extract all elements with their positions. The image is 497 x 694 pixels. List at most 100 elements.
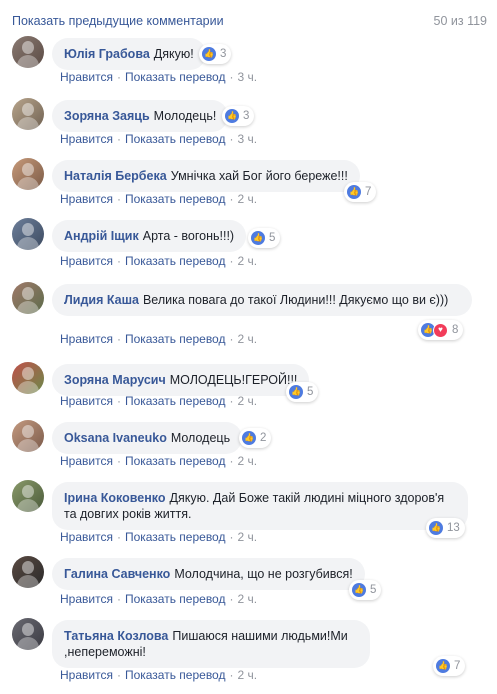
reaction-summary[interactable]: 👍 5 xyxy=(248,228,281,248)
like-link[interactable]: Нравится xyxy=(60,132,113,146)
heart-icon: ♥ xyxy=(433,322,448,338)
comment-actions: Нравится · Показать перевод · 2 ч. xyxy=(60,394,257,408)
comment-author[interactable]: Зоряна Заяць xyxy=(64,109,150,123)
comment-author[interactable]: Наталія Бербека xyxy=(64,169,167,183)
comment-bubble: Наталія Бербека Умнічка хай Бог його бере… xyxy=(52,160,360,192)
comment-author[interactable]: Татьяна Козлова xyxy=(64,629,168,643)
thumbs-up-icon: 👍 xyxy=(225,109,239,123)
show-translation-link[interactable]: Показать перевод xyxy=(125,70,226,84)
thumbs-up-icon: 👍 xyxy=(289,385,303,399)
avatar[interactable] xyxy=(12,282,44,314)
like-link[interactable]: Нравится xyxy=(60,254,113,268)
timestamp[interactable]: 2 ч. xyxy=(237,332,257,346)
reaction-count: 13 xyxy=(447,522,460,534)
show-translation-link[interactable]: Показать перевод xyxy=(125,530,226,544)
timestamp[interactable]: 2 ч. xyxy=(237,592,257,606)
comment-author[interactable]: Андрій Іщик xyxy=(64,229,139,243)
show-translation-link[interactable]: Показать перевод xyxy=(125,394,226,408)
reaction-summary[interactable]: 👍 5 xyxy=(286,382,319,402)
comment-bubble: Ірина Коковенко Дякую. Дай Боже такій люд… xyxy=(52,482,468,530)
timestamp[interactable]: 3 ч. xyxy=(237,70,257,84)
like-link[interactable]: Нравится xyxy=(60,530,113,544)
comment-actions: Нравится · Показать перевод · 2 ч. xyxy=(60,254,257,268)
separator: · xyxy=(229,592,234,606)
separator: · xyxy=(229,668,234,682)
comment-text: МОЛОДЕЦЬ!ГЕРОЙ!!! xyxy=(169,373,298,387)
timestamp[interactable]: 3 ч. xyxy=(237,132,257,146)
like-link[interactable]: Нравится xyxy=(60,332,113,346)
reaction-count: 7 xyxy=(365,186,372,198)
comment-author[interactable]: Юлія Грабова xyxy=(64,47,150,61)
timestamp[interactable]: 2 ч. xyxy=(237,192,257,206)
separator: · xyxy=(116,394,121,408)
timestamp[interactable]: 2 ч. xyxy=(237,394,257,408)
show-translation-link[interactable]: Показать перевод xyxy=(125,192,226,206)
like-link[interactable]: Нравится xyxy=(60,668,113,682)
avatar[interactable] xyxy=(12,420,44,452)
like-link[interactable]: Нравится xyxy=(60,70,113,84)
reaction-summary[interactable]: 👍 13 xyxy=(426,518,465,538)
thumbs-up-icon: 👍 xyxy=(347,185,361,199)
reaction-summary[interactable]: 👍 3 xyxy=(199,44,232,64)
timestamp[interactable]: 2 ч. xyxy=(237,668,257,682)
avatar[interactable] xyxy=(12,556,44,588)
separator: · xyxy=(229,70,234,84)
comment-text: Велика повага до такої Людини!!! Дякуємо… xyxy=(142,293,449,307)
comment-actions: Нравится · Показать перевод · 2 ч. xyxy=(60,192,257,206)
comment-author[interactable]: Oksana Ivaneuko xyxy=(64,431,167,445)
like-link[interactable]: Нравится xyxy=(60,454,113,468)
reaction-count: 5 xyxy=(370,584,377,596)
avatar[interactable] xyxy=(12,158,44,190)
avatar[interactable] xyxy=(12,618,44,650)
comment-text: Арта - вогонь!!!) xyxy=(142,229,235,243)
like-link[interactable]: Нравится xyxy=(60,192,113,206)
reaction-summary[interactable]: 👍 ♥ 8 xyxy=(418,320,464,340)
comment-bubble: Татьяна Козлова Пишаюся нашими людьми!Ми … xyxy=(52,620,370,668)
comment-author[interactable]: Зоряна Марусич xyxy=(64,373,166,387)
show-translation-link[interactable]: Показать перевод xyxy=(125,668,226,682)
comment-actions: Нравится · Показать перевод · 3 ч. xyxy=(60,132,257,146)
thumbs-up-icon: 👍 xyxy=(251,231,265,245)
reaction-summary[interactable]: 👍 5 xyxy=(349,580,382,600)
comment-bubble: Юлія Грабова Дякую! xyxy=(52,38,206,70)
reaction-count: 5 xyxy=(307,386,314,398)
comment-bubble: Oksana Ivaneuko Молодець xyxy=(52,422,243,454)
separator: · xyxy=(116,668,121,682)
like-link[interactable]: Нравится xyxy=(60,592,113,606)
comment-text: Молодець xyxy=(170,431,231,445)
separator: · xyxy=(116,592,121,606)
show-previous-comments-link[interactable]: Показать предыдущие комментарии xyxy=(12,14,224,28)
reaction-count: 5 xyxy=(269,232,276,244)
comment-text: Молодець! xyxy=(153,109,217,123)
separator: · xyxy=(229,332,234,346)
separator: · xyxy=(116,192,121,206)
comment-bubble: Зоряна Марусич МОЛОДЕЦЬ!ГЕРОЙ!!! xyxy=(52,364,310,396)
comment-bubble: Зоряна Заяць Молодець! xyxy=(52,100,229,132)
timestamp[interactable]: 2 ч. xyxy=(237,254,257,268)
comment-author[interactable]: Ірина Коковенко xyxy=(64,491,166,505)
reaction-summary[interactable]: 👍 3 xyxy=(222,106,255,126)
comment-text: Дякую! xyxy=(153,47,194,61)
reaction-count: 3 xyxy=(220,48,227,60)
reaction-summary[interactable]: 👍 7 xyxy=(433,656,466,676)
avatar[interactable] xyxy=(12,480,44,512)
reaction-summary[interactable]: 👍 7 xyxy=(344,182,377,202)
show-translation-link[interactable]: Показать перевод xyxy=(125,592,226,606)
comment-actions: Нравится · Показать перевод · 2 ч. xyxy=(60,668,257,682)
avatar[interactable] xyxy=(12,36,44,68)
timestamp[interactable]: 2 ч. xyxy=(237,454,257,468)
show-translation-link[interactable]: Показать перевод xyxy=(125,132,226,146)
comment-text: Молодчина, що не розгубився! xyxy=(174,567,353,581)
timestamp[interactable]: 2 ч. xyxy=(237,530,257,544)
avatar[interactable] xyxy=(12,218,44,250)
reaction-summary[interactable]: 👍 2 xyxy=(239,428,272,448)
comment-author[interactable]: Галина Савченко xyxy=(64,567,170,581)
comment-author[interactable]: Лидия Каша xyxy=(64,293,139,307)
thumbs-up-icon: 👍 xyxy=(202,47,216,61)
avatar[interactable] xyxy=(12,362,44,394)
show-translation-link[interactable]: Показать перевод xyxy=(125,454,226,468)
avatar[interactable] xyxy=(12,98,44,130)
show-translation-link[interactable]: Показать перевод xyxy=(125,254,226,268)
like-link[interactable]: Нравится xyxy=(60,394,113,408)
show-translation-link[interactable]: Показать перевод xyxy=(125,332,226,346)
